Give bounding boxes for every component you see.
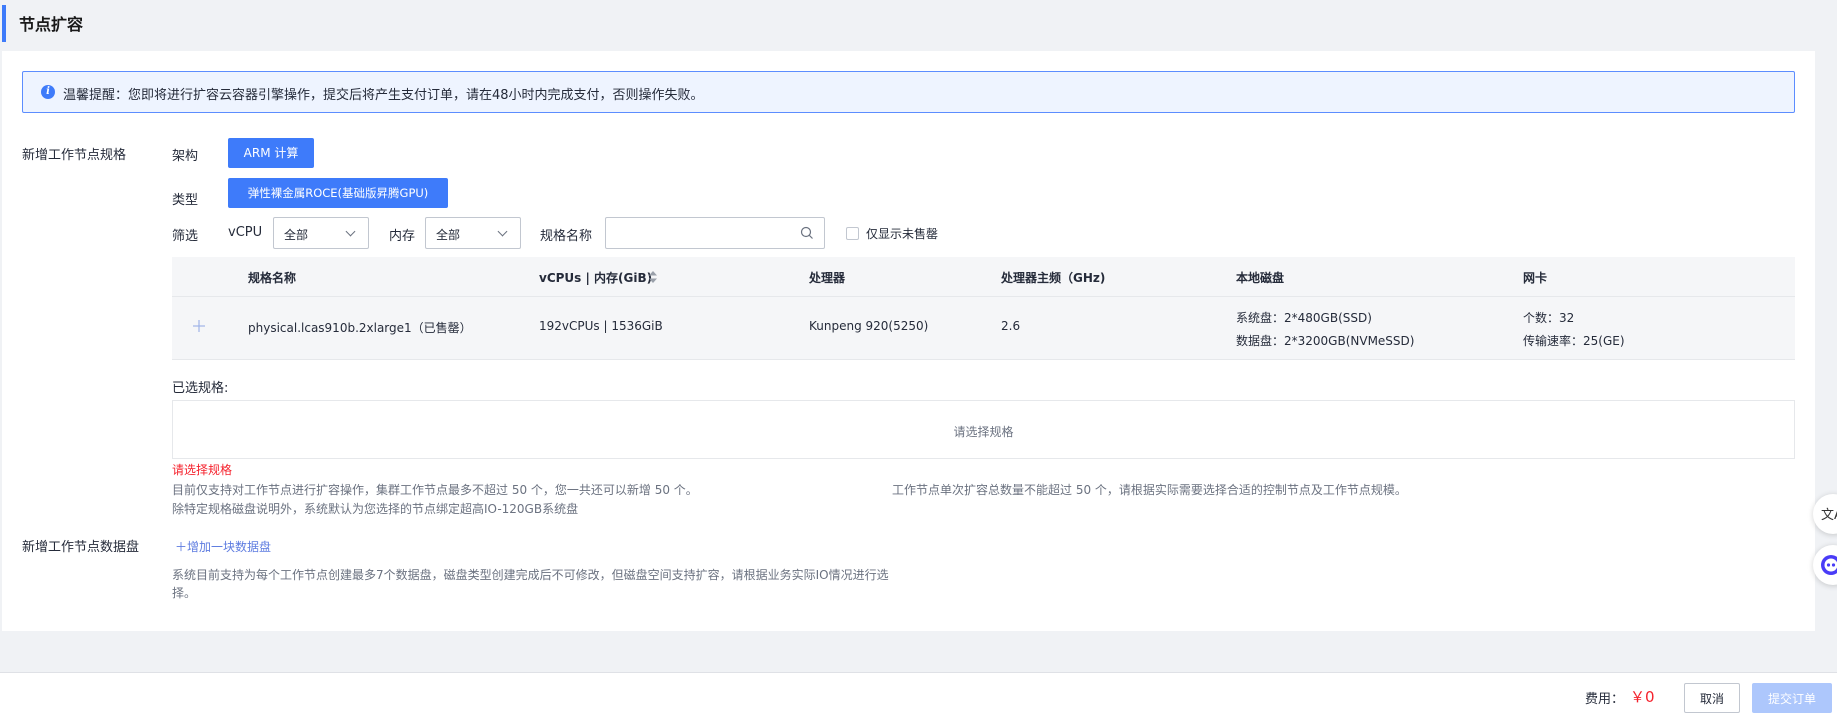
- arch-option-arm[interactable]: ARM 计算: [228, 138, 314, 168]
- spec-table: 规格名称 vCPUs | 内存(GiB) 处理器 处理器主频（GHz) 本地磁盘…: [172, 257, 1795, 360]
- only-soldout-checkbox[interactable]: [846, 227, 859, 240]
- memory-select[interactable]: 全部: [425, 217, 521, 249]
- datadisk-section-label: 新增工作节点数据盘: [22, 540, 140, 555]
- table-row[interactable]: physical.lcas910b.2xlarge1（已售罄） 192vCPUs…: [172, 296, 1795, 360]
- col-header-processor: 处理器: [809, 271, 846, 285]
- cell-freq: 2.6: [1001, 319, 1021, 333]
- only-soldout-label: 仅显示未售罄: [866, 227, 939, 241]
- cancel-button[interactable]: 取消: [1684, 683, 1740, 713]
- cell-nic-speed: 传输速率：25(GE): [1523, 334, 1625, 348]
- memory-select-value: 全部: [436, 228, 461, 242]
- footer-bar: 费用： ￥0 取消 提交订单: [0, 672, 1837, 716]
- translate-icon: 文A: [1821, 508, 1837, 523]
- col-header-nic: 网卡: [1523, 271, 1548, 285]
- col-header-freq: 处理器主频（GHz): [1001, 271, 1106, 285]
- translate-float-button[interactable]: 文A: [1813, 494, 1837, 534]
- spec-hint-disk: 除特定规格磁盘说明外，系统默认为您选择的节点绑定超高IO-120GB系统盘: [172, 502, 579, 516]
- spec-hint-right: 工作节点单次扩容总数量不能超过 50 个，请根据实际需要选择合适的控制节点及工作…: [892, 483, 1407, 497]
- spec-error-text: 请选择规格: [172, 463, 233, 477]
- chevron-down-icon: [345, 226, 356, 237]
- header-accent-bar: [2, 5, 6, 42]
- fee-value: ￥0: [1630, 688, 1655, 706]
- plus-icon: ＋: [175, 540, 188, 554]
- page-header: 节点扩容: [0, 0, 1837, 44]
- filter-label: 筛选: [172, 229, 199, 244]
- col-header-vcpu-mem: vCPUs | 内存(GiB): [539, 271, 653, 285]
- search-icon[interactable]: [800, 226, 814, 240]
- spec-name-filter-label: 规格名称: [540, 229, 593, 244]
- cell-spec-name: physical.lcas910b.2xlarge1（已售罄）: [248, 321, 472, 335]
- col-header-disk: 本地磁盘: [1236, 271, 1285, 285]
- memory-filter-label: 内存: [389, 229, 416, 244]
- cell-vcpu-mem: 192vCPUs | 1536GiB: [539, 319, 663, 333]
- vcpu-select[interactable]: 全部: [273, 217, 369, 249]
- type-label: 类型: [172, 193, 199, 208]
- submit-order-button[interactable]: 提交订单: [1752, 683, 1832, 713]
- spec-section-label: 新增工作节点规格: [22, 148, 127, 163]
- spec-name-search: [605, 217, 825, 249]
- arch-label: 架构: [172, 149, 199, 164]
- cell-nic-count: 个数：32: [1523, 311, 1575, 325]
- fee-label: 费用：: [1585, 692, 1625, 707]
- cell-processor: Kunpeng 920(5250): [809, 319, 929, 333]
- table-header: 规格名称 vCPUs | 内存(GiB) 处理器 处理器主频（GHz) 本地磁盘…: [172, 257, 1795, 296]
- cell-disk-data: 数据盘：2*3200GB(NVMeSSD): [1236, 334, 1415, 348]
- vcpu-select-value: 全部: [284, 228, 309, 242]
- vcpu-filter-label: vCPU: [228, 225, 263, 240]
- notice-text: 温馨提醒：您即将进行扩容云容器引擎操作，提交后将产生支付订单，请在48小时内完成…: [63, 88, 704, 103]
- type-option-roce[interactable]: 弹性裸金属ROCE(基础版昇腾GPU): [228, 178, 448, 208]
- info-icon: i: [41, 85, 55, 99]
- selected-spec-placeholder: 请选择规格: [953, 425, 1014, 439]
- add-datadisk-label: 增加一块数据盘: [187, 540, 272, 554]
- notice-banner: i 温馨提醒：您即将进行扩容云容器引擎操作，提交后将产生支付订单，请在48小时内…: [22, 71, 1795, 113]
- datadisk-hint-line2: 择。: [172, 586, 197, 600]
- datadisk-hint-line1: 系统目前支持为每个工作节点创建最多7个数据盘，磁盘类型创建完成后不可修改，但磁盘…: [172, 568, 889, 582]
- spec-name-input[interactable]: [607, 219, 787, 247]
- selected-spec-box: 请选择规格: [172, 400, 1795, 459]
- add-datadisk-link[interactable]: ＋增加一块数据盘: [175, 538, 271, 555]
- plus-icon[interactable]: [192, 319, 206, 333]
- selected-spec-label: 已选规格:: [172, 381, 229, 396]
- spec-hint-left: 目前仅支持对工作节点进行扩容操作，集群工作节点最多不超过 50 个，您一共还可以…: [172, 483, 698, 497]
- robot-icon: [1821, 555, 1837, 575]
- assistant-float-button[interactable]: [1813, 545, 1837, 585]
- chevron-down-icon: [497, 226, 508, 237]
- cell-disk-system: 系统盘：2*480GB(SSD): [1236, 311, 1372, 325]
- sort-icon[interactable]: [648, 270, 658, 284]
- col-header-name: 规格名称: [248, 271, 297, 285]
- page-title: 节点扩容: [19, 15, 84, 34]
